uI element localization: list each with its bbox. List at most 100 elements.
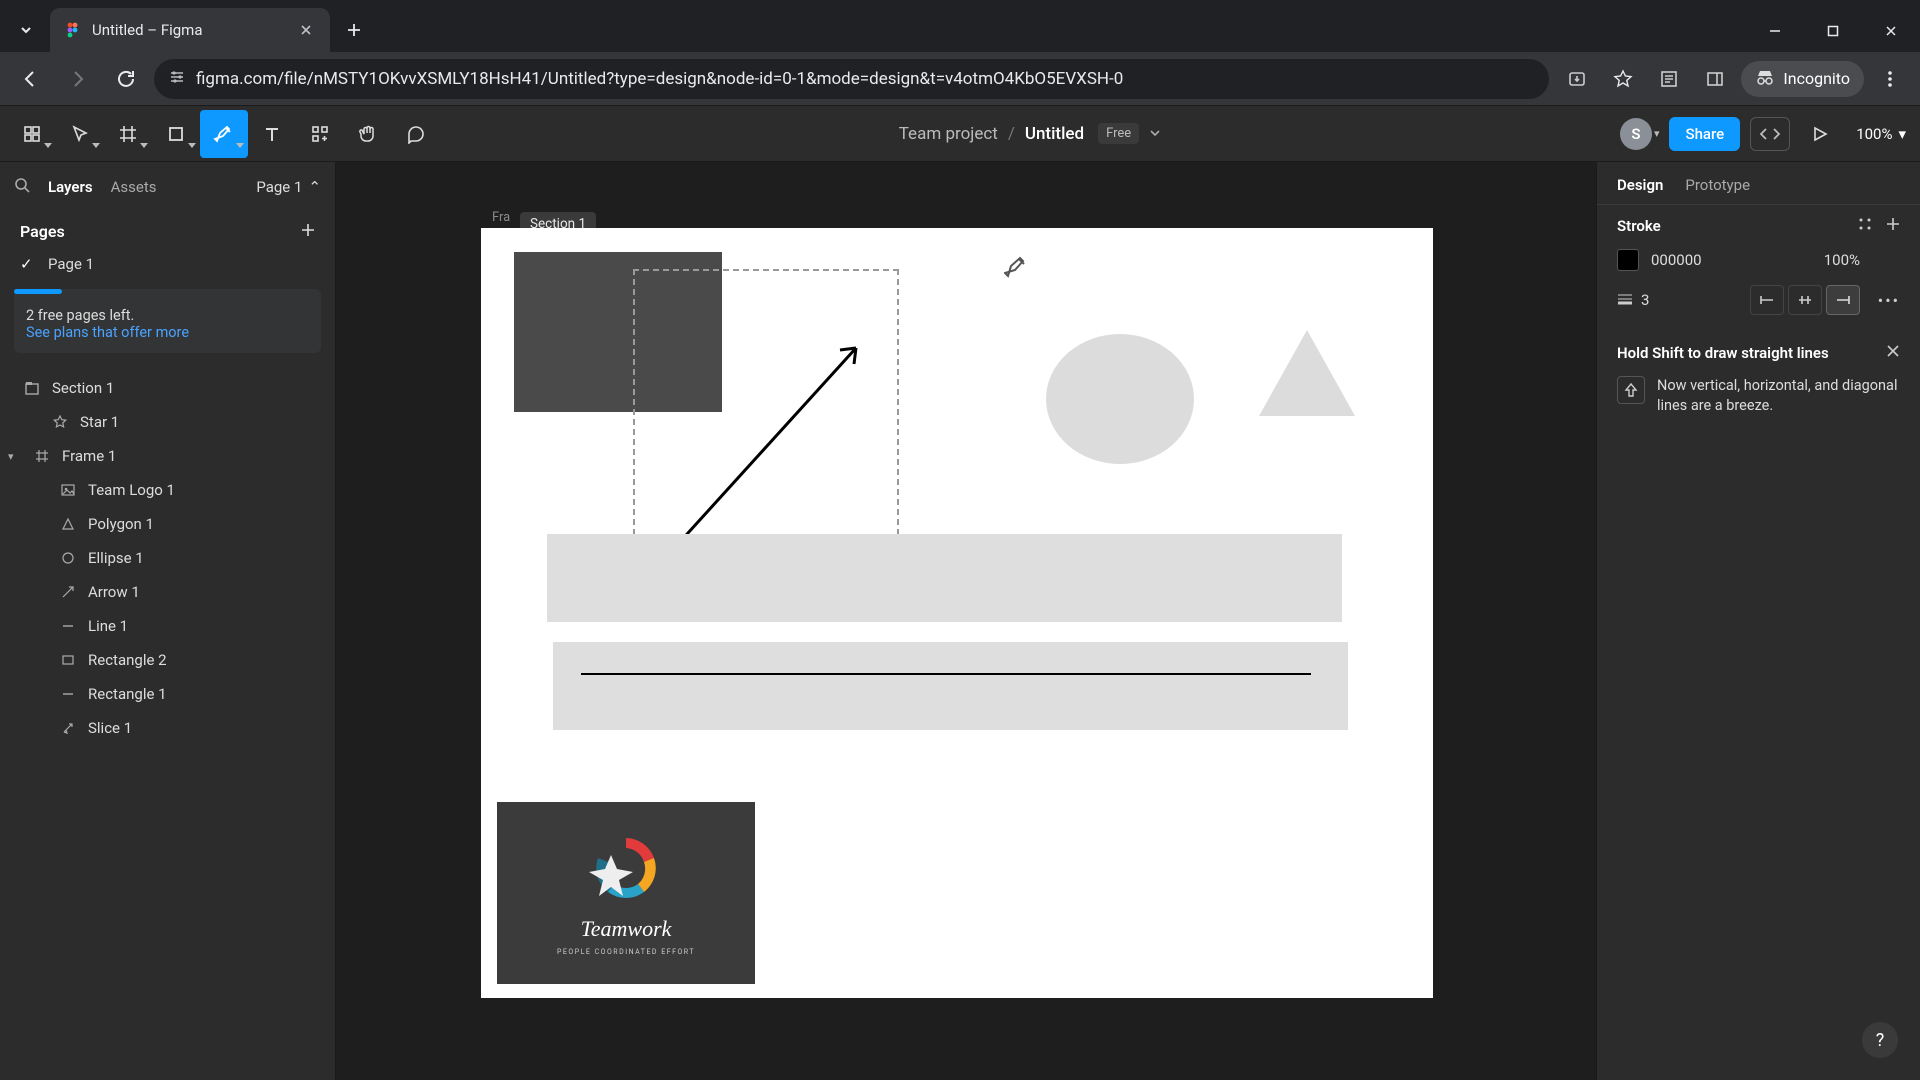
- ellipse-shape[interactable]: [1046, 334, 1194, 464]
- incognito-icon: [1755, 69, 1775, 89]
- chevron-down-icon: ▾: [1654, 127, 1660, 140]
- tab-prototype[interactable]: Prototype: [1685, 176, 1750, 194]
- pages-header: Pages: [20, 222, 65, 241]
- project-name: Team project: [899, 124, 998, 144]
- slice-icon: [58, 718, 78, 738]
- tab-layers[interactable]: Layers: [48, 178, 93, 196]
- layer-slice[interactable]: Slice 1: [0, 711, 335, 745]
- stroke-color-swatch[interactable]: [1617, 249, 1639, 271]
- present-button[interactable]: [1800, 114, 1840, 154]
- logo-subtitle: PEOPLE COORDINATED EFFORT: [557, 948, 695, 956]
- triangle-icon: [58, 514, 78, 534]
- bookmark-icon[interactable]: [1603, 59, 1643, 99]
- layers-tree: Section 1 Star 1 ▾ Frame 1 Team Logo 1: [0, 363, 335, 745]
- stroke-opacity[interactable]: 100%: [1824, 251, 1860, 269]
- dev-mode-toggle[interactable]: [1750, 117, 1790, 151]
- canvas[interactable]: Fra Section 1: [336, 162, 1596, 1080]
- add-page-button[interactable]: [301, 222, 315, 241]
- layer-polygon[interactable]: Polygon 1: [0, 507, 335, 541]
- text-tool[interactable]: [248, 110, 296, 158]
- line-icon: [58, 616, 78, 636]
- rectangle-shape[interactable]: [553, 642, 1348, 730]
- stroke-align-center[interactable]: [1788, 285, 1822, 315]
- window-close-button[interactable]: [1862, 10, 1920, 52]
- comment-tool[interactable]: [392, 110, 440, 158]
- page-row[interactable]: ✓ Page 1: [0, 249, 335, 279]
- page-switcher[interactable]: Page 1 ⌃: [256, 178, 321, 196]
- add-stroke-button[interactable]: [1886, 217, 1900, 235]
- line-shape[interactable]: [581, 673, 1311, 675]
- tab-design[interactable]: Design: [1617, 176, 1663, 194]
- shape-tool[interactable]: [152, 110, 200, 158]
- line-icon: [58, 684, 78, 704]
- rectangle-shape[interactable]: [547, 534, 1342, 622]
- incognito-indicator[interactable]: Incognito: [1741, 61, 1864, 97]
- image-icon: [58, 480, 78, 500]
- stroke-width-icon: [1617, 291, 1633, 310]
- frame-tool[interactable]: [104, 110, 152, 158]
- layer-rectangle[interactable]: Rectangle 1: [0, 677, 335, 711]
- browser-tab[interactable]: Untitled – Figma: [50, 8, 330, 52]
- search-icon[interactable]: [14, 177, 30, 197]
- hand-tool[interactable]: [344, 110, 392, 158]
- promo-text: 2 free pages left.: [26, 307, 309, 324]
- move-tool[interactable]: [56, 110, 104, 158]
- browser-menu-button[interactable]: [1870, 59, 1910, 99]
- tip-title: Hold Shift to draw straight lines: [1617, 344, 1829, 362]
- figma-favicon-icon: [64, 21, 82, 39]
- site-settings-icon[interactable]: [168, 68, 186, 90]
- resources-tool[interactable]: [296, 110, 344, 158]
- window-minimize-button[interactable]: [1746, 10, 1804, 52]
- teamwork-logo-icon: [581, 830, 671, 910]
- layer-ellipse[interactable]: Ellipse 1: [0, 541, 335, 575]
- reading-list-icon[interactable]: [1649, 59, 1689, 99]
- stroke-align-end[interactable]: [1826, 285, 1860, 315]
- main-menu-button[interactable]: [8, 110, 56, 158]
- frame-label[interactable]: Fra: [492, 210, 510, 225]
- stroke-header: Stroke: [1617, 217, 1661, 235]
- chevron-up-icon: ⌃: [308, 178, 321, 196]
- chevron-down-icon[interactable]: ▾: [8, 450, 22, 463]
- share-button[interactable]: Share: [1669, 117, 1740, 151]
- zoom-control[interactable]: 100% ▾: [1850, 125, 1912, 143]
- layer-arrow[interactable]: Arrow 1: [0, 575, 335, 609]
- tab-search-button[interactable]: [6, 10, 46, 50]
- new-tab-button[interactable]: [336, 12, 372, 48]
- chevron-down-icon[interactable]: [1149, 124, 1161, 144]
- stroke-width-input[interactable]: 3: [1617, 291, 1671, 310]
- side-panel-icon[interactable]: [1695, 59, 1735, 99]
- chevron-down-icon: ▾: [1898, 125, 1906, 143]
- layer-section[interactable]: Section 1: [0, 371, 335, 405]
- layer-star[interactable]: Star 1: [0, 405, 335, 439]
- star-icon: [50, 412, 70, 432]
- stroke-color-hex[interactable]: 000000: [1651, 251, 1731, 269]
- nav-reload-button[interactable]: [106, 59, 146, 99]
- file-breadcrumb[interactable]: Team project / Untitled Free: [440, 123, 1620, 144]
- window-maximize-button[interactable]: [1804, 10, 1862, 52]
- nav-forward-button[interactable]: [58, 59, 98, 99]
- stroke-style-button[interactable]: [1858, 217, 1872, 235]
- layer-frame[interactable]: ▾ Frame 1: [0, 439, 335, 473]
- omnibox[interactable]: figma.com/file/nMSTY1OKvvXSMLY18HsH41/Un…: [154, 59, 1549, 99]
- layer-line[interactable]: Line 1: [0, 609, 335, 643]
- stroke-align-start[interactable]: [1750, 285, 1784, 315]
- tip-close-button[interactable]: [1886, 343, 1900, 362]
- help-button[interactable]: ?: [1862, 1022, 1898, 1058]
- tab-title: Untitled – Figma: [92, 21, 286, 39]
- nav-back-button[interactable]: [10, 59, 50, 99]
- user-avatar-menu[interactable]: S ▾: [1620, 118, 1660, 150]
- polygon-shape[interactable]: [1259, 330, 1355, 416]
- promo-link[interactable]: See plans that offer more: [26, 324, 309, 341]
- layer-image[interactable]: Team Logo 1: [0, 473, 335, 507]
- logo-title: Teamwork: [581, 916, 672, 942]
- stroke-advanced-button[interactable]: •••: [1878, 291, 1900, 310]
- pen-tool[interactable]: [200, 110, 248, 158]
- install-app-icon[interactable]: [1557, 59, 1597, 99]
- file-name: Untitled: [1025, 124, 1084, 144]
- layer-rectangle[interactable]: Rectangle 2: [0, 643, 335, 677]
- team-logo-image[interactable]: Teamwork PEOPLE COORDINATED EFFORT: [497, 802, 755, 984]
- shift-key-icon: [1617, 376, 1645, 404]
- tab-close-button[interactable]: [296, 20, 316, 40]
- tab-assets[interactable]: Assets: [111, 178, 157, 196]
- rectangle-icon: [58, 650, 78, 670]
